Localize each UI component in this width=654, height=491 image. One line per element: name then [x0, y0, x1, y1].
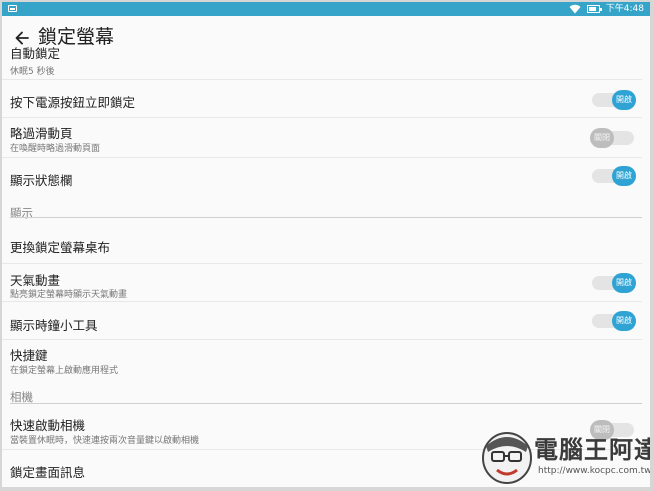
setting-row-status-bar[interactable]: 顯示狀態欄 開啟 [2, 158, 642, 196]
app-bar-overlay: 鎖定螢幕 [2, 16, 650, 48]
status-clock: 下午4:48 [605, 4, 644, 14]
toggle-thumb: 開啟 [612, 273, 636, 293]
setting-title: 鎖定畫面訊息 [10, 465, 86, 480]
mascot-logo-icon [482, 432, 532, 484]
toggle-thumb: 開啟 [612, 166, 636, 186]
page-title: 鎖定螢幕 [38, 26, 115, 48]
toggle-thumb: 開啟 [612, 90, 636, 110]
skip-slide-toggle[interactable]: 關閉 [590, 128, 636, 148]
toggle-thumb: 開啟 [612, 311, 636, 331]
setting-row-shortcuts[interactable]: 快捷鍵 在鎖定螢幕上啟動應用程式 [2, 340, 642, 382]
setting-title: 快速啟動相機 [10, 418, 86, 433]
weather-toggle[interactable]: 開啟 [590, 273, 636, 293]
status-bar-toggle[interactable]: 開啟 [590, 166, 636, 186]
section-header-display: 顯示 [2, 196, 642, 220]
gallery-notification-icon [8, 5, 17, 12]
setting-row-power-lock[interactable]: 按下電源按鈕立即鎖定 開啟 [2, 80, 642, 118]
setting-title: 快捷鍵 [10, 348, 48, 363]
status-bar: 下午4:48 [2, 2, 650, 16]
battery-icon [586, 5, 602, 13]
toggle-thumb: 關閉 [590, 128, 614, 148]
watermark-name: 電腦王阿達 [534, 436, 650, 464]
setting-title: 略過滑動頁 [10, 126, 73, 141]
back-arrow-icon[interactable] [12, 28, 32, 48]
screen-frame: 下午4:48 鎖定螢幕 自動鎖定 休眠5 秒後 鎖定螢幕 按下電源按鈕立即鎖定 … [2, 2, 650, 487]
setting-title: 顯示狀態欄 [10, 173, 73, 188]
section-header-camera: 相機 [2, 382, 642, 404]
setting-row-change-wallpaper[interactable]: 更換鎖定螢幕桌布 [2, 218, 642, 264]
setting-title: 顯示時鐘小工具 [10, 318, 98, 333]
setting-row-clock-widget[interactable]: 顯示時鐘小工具 開啟 [2, 302, 642, 340]
wifi-icon [569, 4, 581, 14]
setting-row-skip-slide[interactable]: 略過滑動頁 在喚醒時略過滑動頁面 關閉 [2, 118, 642, 158]
setting-subtitle: 休眠5 秒後 [10, 67, 55, 77]
setting-title: 按下電源按鈕立即鎖定 [10, 95, 136, 110]
setting-subtitle: 在喚醒時略過滑動頁面 [10, 144, 101, 154]
setting-subtitle: 點亮鎖定螢幕時顯示天氣動畫 [10, 290, 128, 300]
status-icons: 下午4:48 [569, 3, 644, 15]
clock-widget-toggle[interactable]: 開啟 [590, 311, 636, 331]
site-watermark: 電腦王阿達 http://www.kocpc.com.tw [478, 426, 650, 487]
power-lock-toggle[interactable]: 開啟 [590, 90, 636, 110]
setting-row-weather[interactable]: 天氣動畫 點亮鎖定螢幕時顯示天氣動畫 開啟 [2, 264, 642, 302]
setting-subtitle: 當裝置休眠時，快速連按兩次音量鍵以啟動相機 [10, 436, 200, 446]
setting-subtitle: 在鎖定螢幕上啟動應用程式 [10, 366, 119, 376]
watermark-url: http://www.kocpc.com.tw [538, 466, 650, 476]
setting-title: 更換鎖定螢幕桌布 [10, 240, 111, 255]
